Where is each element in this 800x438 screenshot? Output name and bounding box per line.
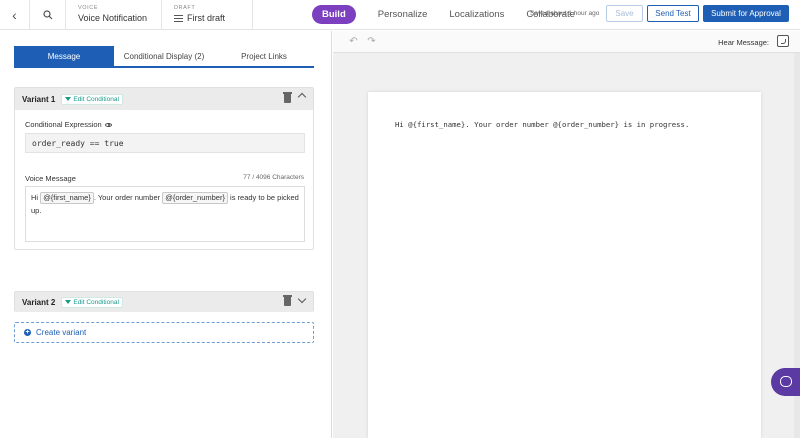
variant-card-2: Variant 2 Edit Conditional [14, 291, 314, 312]
submit-for-approval-button[interactable]: Submit for Approval [703, 5, 789, 22]
variable-tag[interactable]: @{order_number} [162, 192, 228, 204]
filter-icon [65, 97, 72, 101]
conditional-expression-text: Conditional Expression [25, 120, 102, 129]
type-label: VOICE [78, 5, 99, 11]
search-button[interactable] [30, 0, 66, 30]
menu-icon [174, 15, 183, 23]
conditional-expression-label: Conditional Expression [25, 120, 112, 129]
variant-2-title: Variant 2 [22, 297, 56, 307]
undo-icon[interactable]: ↶ [348, 37, 359, 47]
draft-value: First draft [187, 13, 226, 23]
trash-icon[interactable] [283, 295, 292, 306]
tab-project-links[interactable]: Project Links [214, 46, 314, 66]
nav-build[interactable]: Build [312, 5, 356, 24]
search-icon [42, 9, 52, 19]
trash-icon[interactable] [283, 92, 292, 103]
editor-panel: Message Conditional Display (2) Project … [0, 31, 332, 438]
preview-document: Hi @{first_name}. Your order number @{or… [368, 92, 761, 438]
send-test-button[interactable]: Send Test [647, 5, 699, 22]
create-variant-label: Create variant [36, 328, 87, 337]
chevron-left-icon: ‹ [12, 6, 17, 23]
tab-conditional-display[interactable]: Conditional Display (2) [114, 46, 214, 66]
variant-2-header[interactable]: Variant 2 Edit Conditional [15, 292, 313, 312]
saved-status: Saved about 1 hour ago [530, 10, 600, 17]
draft-label: DRAFT [174, 5, 196, 11]
save-button[interactable]: Save [606, 5, 643, 22]
voice-message-input[interactable]: Hi @{first_name}. Your order number @{or… [25, 186, 305, 242]
edit-conditional-button[interactable]: Edit Conditional [61, 93, 123, 105]
type-value: Voice Notification [78, 13, 148, 23]
chat-bubble-icon[interactable] [771, 368, 800, 396]
message-text: . Your order number [93, 193, 161, 202]
nav-personalize[interactable]: Personalize [378, 9, 428, 20]
plus-icon: + [24, 329, 31, 336]
eye-icon[interactable] [104, 123, 112, 128]
message-text: Hi [31, 193, 39, 202]
variant-1-header[interactable]: Variant 1 Edit Conditional [15, 88, 313, 110]
edit-conditional-label: Edit Conditional [73, 95, 119, 103]
chevron-down-icon[interactable] [297, 294, 307, 304]
draft-selector[interactable]: DRAFT First draft [162, 0, 253, 30]
back-button[interactable]: ‹ [0, 0, 30, 30]
preview-panel: ↶ ↷ Hear Message: Hi @{first_name}. Your… [333, 31, 800, 438]
create-variant-button[interactable]: + Create variant [14, 322, 314, 343]
speaker-icon[interactable] [777, 35, 789, 47]
voice-message-label: Voice Message [25, 174, 76, 183]
variable-tag[interactable]: @{first_name} [40, 192, 94, 204]
nav-localizations[interactable]: Localizations [449, 9, 504, 20]
variant-card-1: Variant 1 Edit Conditional Conditional E… [14, 87, 314, 250]
conditional-expression-field[interactable]: order_ready == true [25, 133, 305, 153]
notification-type: VOICE Voice Notification [66, 0, 162, 30]
chevron-up-icon[interactable] [297, 92, 307, 102]
tab-message[interactable]: Message [14, 46, 114, 66]
preview-toolbar: ↶ ↷ Hear Message: [333, 31, 800, 53]
preview-text: Hi @{first_name}. Your order number @{or… [395, 120, 690, 129]
redo-icon[interactable]: ↷ [366, 37, 377, 47]
hear-message-label: Hear Message: [718, 38, 769, 47]
edit-conditional-label: Edit Conditional [73, 298, 119, 306]
edit-conditional-button[interactable]: Edit Conditional [61, 296, 123, 308]
variant-1-title: Variant 1 [22, 94, 56, 104]
top-bar: ‹ VOICE Voice Notification DRAFT First d… [0, 0, 800, 30]
filter-icon [65, 300, 72, 304]
editor-tabs: Message Conditional Display (2) Project … [14, 46, 314, 68]
character-count: 77 / 4096 Characters [243, 174, 304, 181]
